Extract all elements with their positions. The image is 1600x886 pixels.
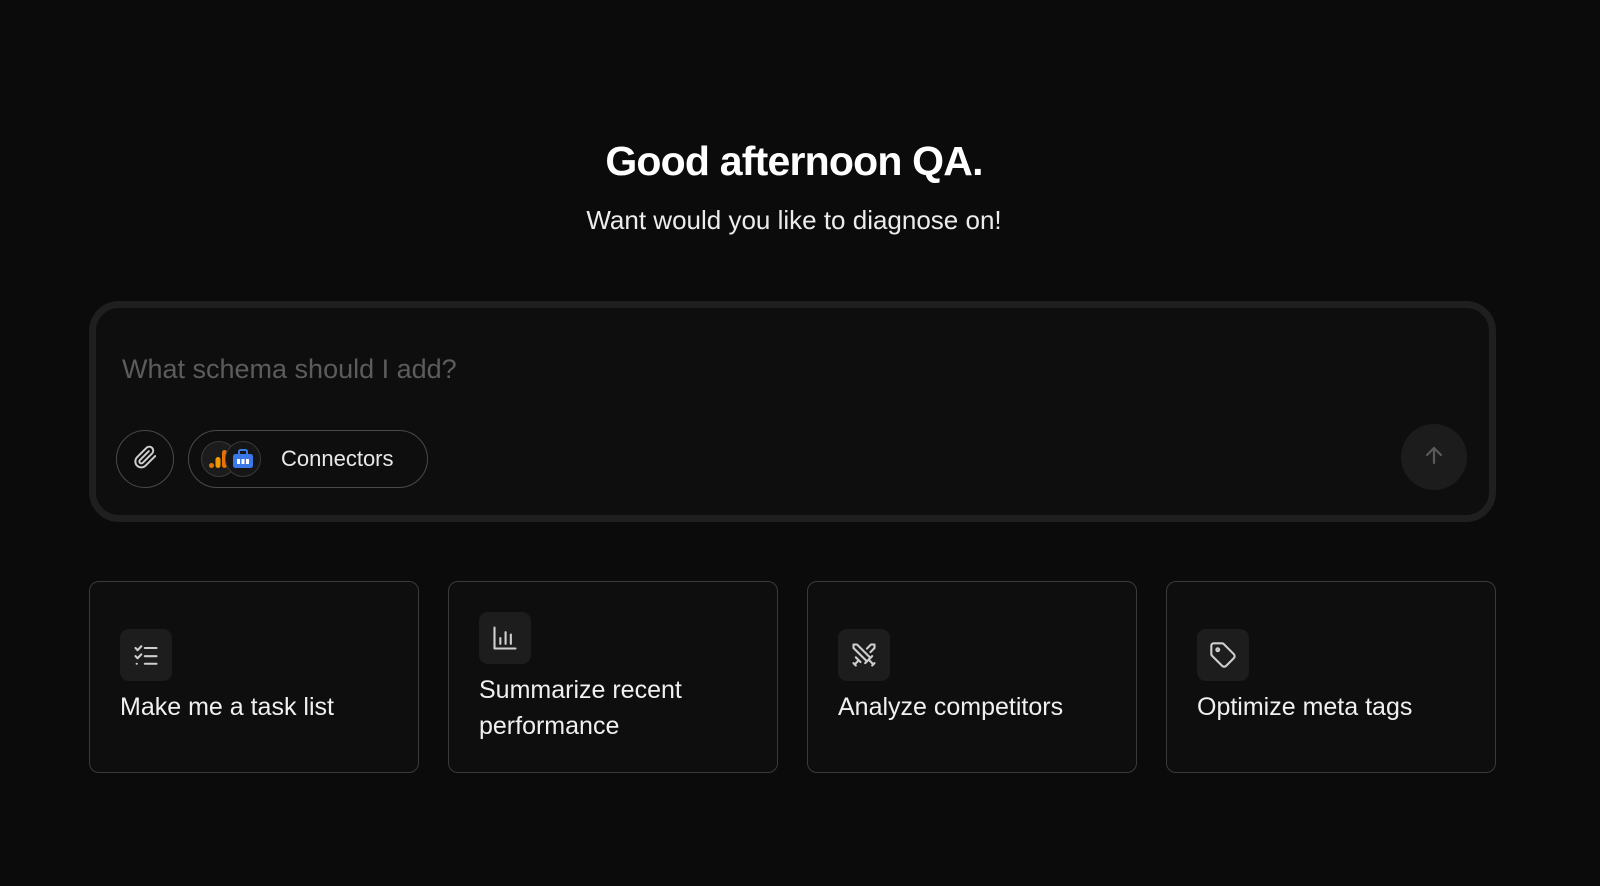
bar-chart-icon xyxy=(479,612,531,664)
paperclip-icon xyxy=(132,444,158,475)
suggestion-card-label: Summarize recent performance xyxy=(479,676,682,740)
arrow-up-icon xyxy=(1422,443,1446,472)
home-screen: Good afternoon QA. Want would you like t… xyxy=(0,0,1600,886)
suggestion-card-summarize[interactable]: Summarize recent performance xyxy=(448,581,778,773)
prompt-composer: Connectors xyxy=(89,301,1496,522)
briefcase-icon xyxy=(225,441,261,477)
connectors-button[interactable]: Connectors xyxy=(188,430,428,488)
suggestion-card-label: Make me a task list xyxy=(120,693,334,721)
suggestion-card-label: Analyze competitors xyxy=(838,693,1064,721)
greeting-title: Good afternoon QA. xyxy=(605,138,983,184)
connectors-label: Connectors xyxy=(281,446,394,471)
greeting-subtitle: Want would you like to diagnose on! xyxy=(586,205,1002,235)
attach-button[interactable] xyxy=(116,430,174,488)
prompt-input[interactable] xyxy=(122,349,1322,389)
connector-icons xyxy=(201,439,267,479)
suggestion-card-task-list[interactable]: Make me a task list xyxy=(89,581,419,773)
suggestion-card-meta-tags[interactable]: Optimize meta tags xyxy=(1166,581,1496,773)
suggestion-card-competitors[interactable]: Analyze competitors xyxy=(807,581,1137,773)
tag-icon xyxy=(1197,629,1249,681)
checklist-icon xyxy=(120,629,172,681)
crossed-swords-icon xyxy=(838,629,890,681)
send-button[interactable] xyxy=(1401,424,1467,490)
suggestion-card-label: Optimize meta tags xyxy=(1197,693,1413,721)
